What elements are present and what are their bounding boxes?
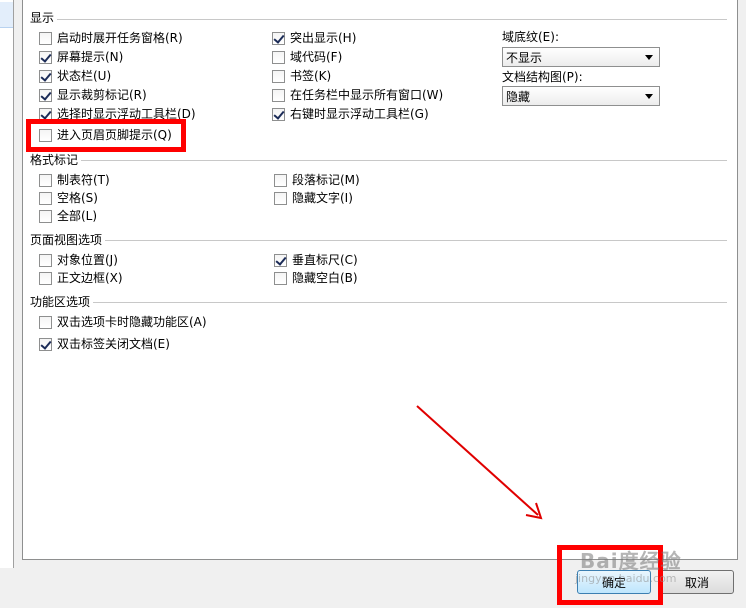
- option-expand-task-pane[interactable]: 启动时展开任务窗格(R): [39, 30, 183, 46]
- options-panel: 显示 启动时展开任务窗格(R) 屏幕提示(N) 状态栏(U) 显示裁剪标记(R)…: [22, 0, 738, 560]
- option-crop-marks[interactable]: 显示裁剪标记(R): [39, 87, 147, 103]
- option-paragraph-marks[interactable]: 段落标记(M): [274, 172, 360, 188]
- checkbox[interactable]: [39, 107, 52, 121]
- option-dblclick-hide-ribbon[interactable]: 双击选项卡时隐藏功能区(A): [39, 314, 207, 330]
- checkbox[interactable]: [39, 253, 52, 267]
- checkbox[interactable]: [39, 173, 52, 187]
- option-hidden-text[interactable]: 隐藏文字(I): [274, 190, 353, 206]
- option-highlight[interactable]: 突出显示(H): [272, 30, 356, 46]
- dropdown-arrow-icon: [645, 55, 653, 60]
- option-label: 突出显示(H): [290, 31, 357, 45]
- option-label: 进入页眉页脚提示(Q): [57, 128, 172, 142]
- options-dialog: 显示 启动时展开任务窗格(R) 屏幕提示(N) 状态栏(U) 显示裁剪标记(R)…: [0, 0, 746, 608]
- option-all-marks[interactable]: 全部(L): [39, 208, 97, 224]
- checkbox[interactable]: [274, 191, 287, 205]
- doc-map-value: 隐藏: [506, 89, 531, 104]
- annotation-arrow-icon: [416, 405, 543, 520]
- option-header-footer-hint[interactable]: 进入页眉页脚提示(Q): [39, 127, 172, 143]
- option-label: 制表符(T): [57, 173, 110, 187]
- checkbox[interactable]: [272, 50, 285, 64]
- checkbox[interactable]: [39, 337, 52, 351]
- category-nav-selected-item[interactable]: [0, 2, 13, 28]
- category-nav[interactable]: [0, 0, 14, 568]
- checkbox[interactable]: [39, 128, 52, 142]
- dropdown-arrow-icon: [645, 94, 653, 99]
- field-shading-select[interactable]: 不显示: [502, 47, 660, 67]
- checkbox[interactable]: [272, 88, 285, 102]
- field-shading-value: 不显示: [506, 50, 543, 65]
- option-label: 启动时展开任务窗格(R): [57, 31, 183, 45]
- option-label: 垂直标尺(C): [292, 253, 358, 267]
- option-status-bar[interactable]: 状态栏(U): [39, 68, 111, 84]
- option-screen-tips[interactable]: 屏幕提示(N): [39, 49, 123, 65]
- checkbox[interactable]: [39, 88, 52, 102]
- option-object-anchors[interactable]: 对象位置(J): [39, 252, 118, 268]
- option-label: 双击标签关闭文档(E): [57, 337, 170, 351]
- option-text-boundaries[interactable]: 正文边框(X): [39, 270, 123, 286]
- section-divider: [93, 302, 727, 303]
- option-label: 双击选项卡时隐藏功能区(A): [57, 315, 207, 329]
- option-label: 空格(S): [57, 191, 98, 205]
- option-tab-chars[interactable]: 制表符(T): [39, 172, 110, 188]
- option-bookmarks[interactable]: 书签(K): [272, 68, 331, 84]
- checkbox[interactable]: [39, 271, 52, 285]
- option-label: 屏幕提示(N): [57, 50, 124, 64]
- option-label: 对象位置(J): [57, 253, 118, 267]
- section-header-format-marks: 格式标记: [30, 153, 79, 167]
- option-mini-toolbar-on-right-click[interactable]: 右键时显示浮动工具栏(G): [272, 106, 429, 122]
- option-label: 右键时显示浮动工具栏(G): [290, 107, 429, 121]
- checkbox[interactable]: [39, 69, 52, 83]
- option-all-windows-taskbar[interactable]: 在任务栏中显示所有窗口(W): [272, 87, 443, 103]
- option-label: 域代码(F): [290, 50, 343, 64]
- arrow-shaft: [416, 405, 539, 516]
- checkbox[interactable]: [274, 173, 287, 187]
- option-label: 书签(K): [290, 69, 332, 83]
- ok-button[interactable]: 确定: [577, 570, 651, 594]
- option-label: 隐藏文字(I): [292, 191, 353, 205]
- checkbox[interactable]: [39, 191, 52, 205]
- option-vertical-ruler[interactable]: 垂直标尺(C): [274, 252, 358, 268]
- doc-map-label: 文档结构图(P):: [502, 70, 583, 84]
- option-label: 全部(L): [57, 209, 98, 223]
- option-hide-whitespace[interactable]: 隐藏空白(B): [274, 270, 358, 286]
- checkbox[interactable]: [274, 271, 287, 285]
- section-header-page-view: 页面视图选项: [30, 233, 103, 247]
- checkbox[interactable]: [39, 209, 52, 223]
- section-divider: [57, 19, 727, 20]
- checkbox[interactable]: [39, 50, 52, 64]
- option-field-codes[interactable]: 域代码(F): [272, 49, 342, 65]
- option-label: 段落标记(M): [292, 173, 360, 187]
- checkbox[interactable]: [272, 31, 285, 45]
- section-header-display: 显示: [30, 11, 55, 25]
- field-shading-label: 域底纹(E):: [502, 30, 559, 44]
- section-divider: [81, 160, 727, 161]
- option-label: 显示裁剪标记(R): [57, 88, 147, 102]
- doc-map-select[interactable]: 隐藏: [502, 86, 660, 106]
- checkbox[interactable]: [274, 253, 287, 267]
- section-divider: [105, 240, 727, 241]
- cancel-button[interactable]: 取消: [660, 570, 734, 594]
- section-header-ribbon: 功能区选项: [30, 295, 91, 309]
- option-label: 状态栏(U): [57, 69, 112, 83]
- checkbox[interactable]: [39, 31, 52, 45]
- checkbox[interactable]: [272, 69, 285, 83]
- checkbox[interactable]: [39, 315, 52, 329]
- option-dblclick-close-doc[interactable]: 双击标签关闭文档(E): [39, 336, 170, 352]
- option-mini-toolbar-on-select[interactable]: 选择时显示浮动工具栏(D): [39, 106, 196, 122]
- option-spaces[interactable]: 空格(S): [39, 190, 98, 206]
- option-label: 在任务栏中显示所有窗口(W): [290, 88, 444, 102]
- option-label: 选择时显示浮动工具栏(D): [57, 107, 196, 121]
- option-label: 隐藏空白(B): [292, 271, 358, 285]
- option-label: 正文边框(X): [57, 271, 123, 285]
- checkbox[interactable]: [272, 107, 285, 121]
